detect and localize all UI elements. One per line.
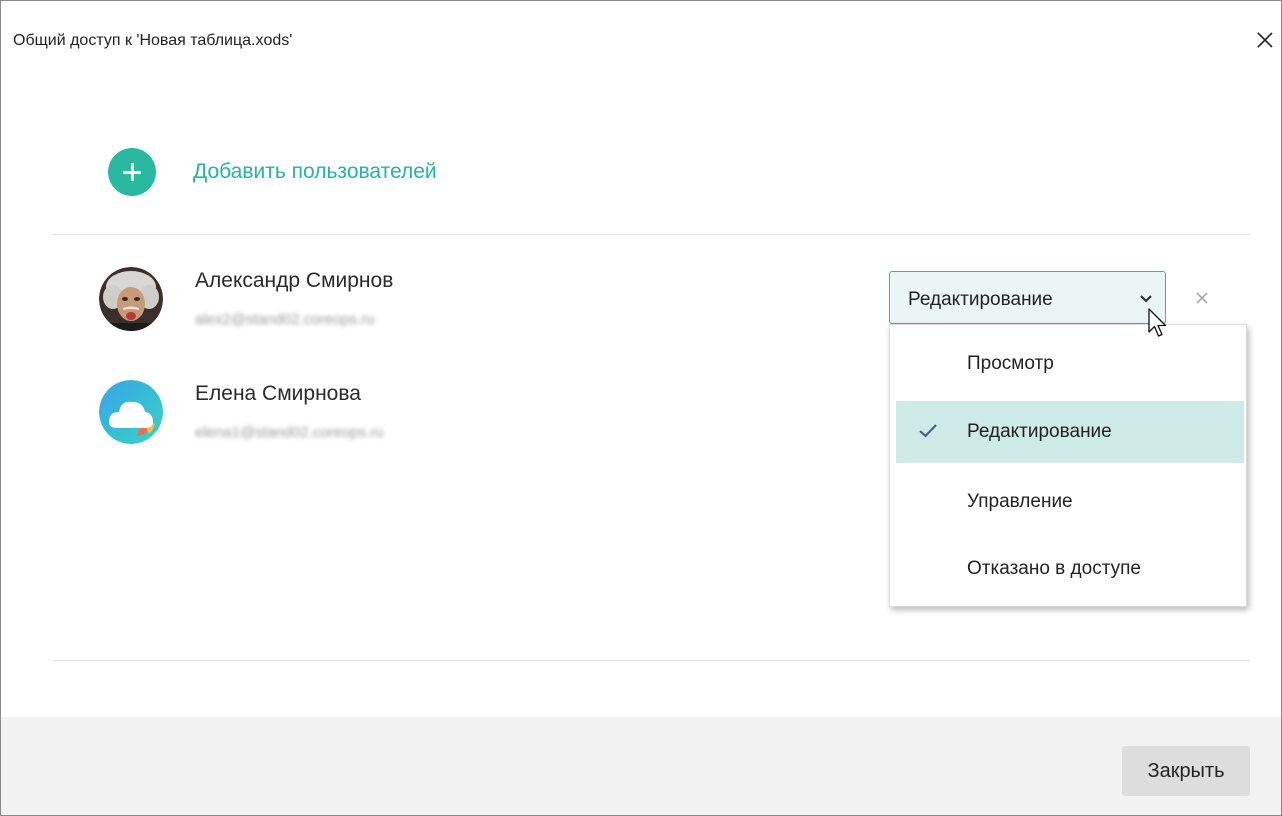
user-avatar [99,380,163,444]
menu-item-label: Редактирование [967,421,1112,442]
add-users-button[interactable]: Добавить пользователей [108,147,437,197]
user-row: Александр Смирнов alex2@stand02.coreops.… [99,267,799,337]
user-row: Елена Смирнова elena1@stand02.coreops.ru [99,380,799,450]
close-icon[interactable] [1253,28,1277,52]
plus-icon[interactable] [108,148,156,196]
user-name: Александр Смирнов [195,269,394,292]
add-users-label[interactable]: Добавить пользователей [193,160,437,184]
menu-item-label: Управление [967,491,1073,512]
cloud-logo-icon [99,380,163,444]
title-bar: Общий доступ к 'Новая таблица.xods' [1,1,1281,81]
user-email: elena1@stand02.coreops.ru [195,424,384,441]
access-level-value: Редактирование [908,289,1053,310]
user-avatar [99,267,163,331]
menu-item-view[interactable]: Просмотр [896,333,1244,395]
menu-item-edit[interactable]: Редактирование [896,401,1244,463]
menu-item-manage[interactable]: Управление [896,471,1244,533]
close-button[interactable]: Закрыть [1122,746,1250,796]
remove-user-icon[interactable] [1194,290,1210,306]
user-name: Елена Смирнова [195,382,361,405]
share-dialog: Общий доступ к 'Новая таблица.xods' Доба… [0,0,1282,816]
menu-item-label: Отказано в доступе [967,558,1141,579]
dialog-footer: Закрыть [1,717,1281,815]
access-level-select[interactable]: Редактирование [889,271,1166,324]
chevron-down-icon[interactable] [1139,294,1153,304]
menu-item-label: Просмотр [967,353,1054,374]
dialog-title: Общий доступ к 'Новая таблица.xods' [13,32,293,49]
divider-top [53,234,1250,235]
divider-bottom [53,660,1250,661]
user-email: alex2@stand02.coreops.ru [195,311,375,328]
photo-avatar-icon [99,267,163,331]
access-level-menu: Просмотр Редактирование Управление Отказ… [889,324,1247,607]
menu-item-deny[interactable]: Отказано в доступе [896,538,1244,600]
check-icon [919,424,937,438]
